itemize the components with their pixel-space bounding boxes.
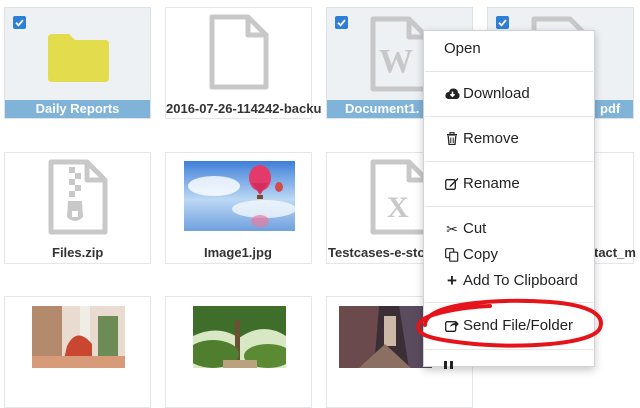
file-name: Testcases-e-sto (328, 245, 426, 260)
cloud-download-icon (444, 84, 460, 104)
menu-divider (425, 161, 593, 162)
menu-item-add-to-clipboard[interactable]: + Add To Clipboard (444, 271, 578, 291)
checkbox-checked-icon[interactable] (496, 16, 509, 29)
word-letter: W (379, 43, 413, 80)
checkbox-checked-icon[interactable] (13, 16, 26, 29)
copy-icon (444, 245, 460, 265)
menu-item-cut[interactable]: ✂ Cut (444, 219, 486, 239)
highlight-annotation (416, 298, 603, 348)
zip-file-icon (48, 159, 108, 235)
file-tile-photo-garden[interactable] (165, 296, 312, 408)
file-icon (209, 14, 269, 90)
file-name: 2016-07-26-114242-backu (166, 101, 322, 116)
image-thumbnail (193, 306, 286, 368)
menu-divider (425, 206, 593, 207)
menu-item-copy[interactable]: Copy (444, 245, 498, 265)
scissors-icon: ✂ (446, 221, 458, 237)
file-name: Image1.jpg (204, 245, 272, 260)
image-thumbnail (184, 161, 295, 231)
menu-item-open[interactable]: Open (444, 39, 481, 59)
menu-item-rename[interactable]: Rename (444, 174, 520, 194)
file-tile-daily-reports[interactable]: Daily Reports (4, 7, 151, 119)
file-name: Daily Reports (35, 101, 120, 116)
trash-icon (444, 129, 460, 149)
menu-item-remove[interactable]: Remove (444, 129, 519, 149)
image-thumbnail (32, 306, 125, 368)
plus-icon: + (447, 271, 457, 290)
excel-letter: X (387, 191, 409, 224)
menu-item-download[interactable]: Download (444, 84, 530, 104)
checkbox-checked-icon[interactable] (335, 16, 348, 29)
file-name: pdf (600, 101, 621, 116)
menu-item-partial-icon (444, 361, 454, 369)
file-name: Files.zip (52, 245, 104, 260)
file-tile-photo-cafe[interactable] (4, 296, 151, 408)
file-name: tact_m (594, 245, 636, 260)
menu-divider (425, 116, 593, 117)
menu-divider (425, 71, 593, 72)
folder-icon (48, 34, 109, 82)
edit-icon (444, 174, 460, 194)
